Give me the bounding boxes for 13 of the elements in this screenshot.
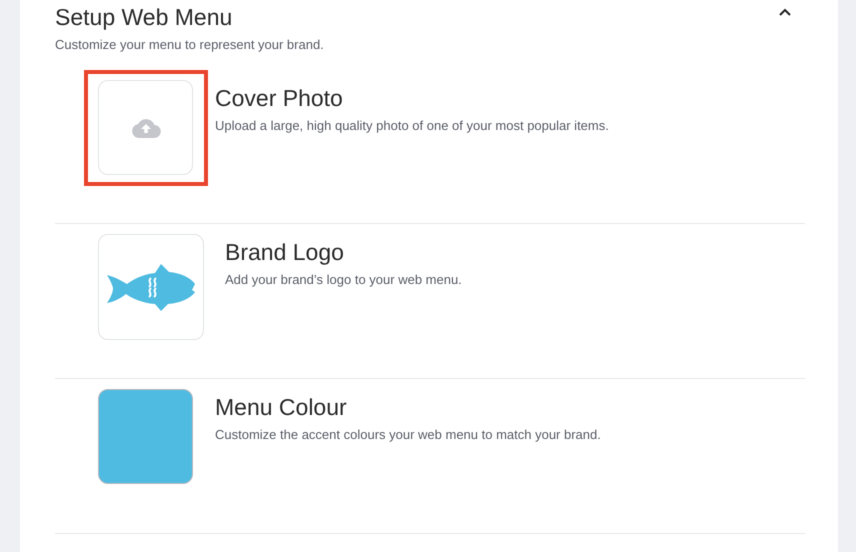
item-description: Customize the accent colours your web menu to match your brand. [215,427,601,442]
cloud-upload-icon [130,118,160,138]
item-description: Add your brand’s logo to your web menu. [225,272,462,287]
item-title: Brand Logo [225,239,345,266]
section-title: Setup Web Menu [55,4,234,31]
item-title: Menu Colour [215,394,348,421]
item-title: Cover Photo [215,85,344,112]
chevron-up-icon[interactable] [779,8,791,16]
logo-box[interactable] [98,234,204,340]
upload-box[interactable] [98,80,193,175]
section-subtitle: Customize your menu to represent your brand. [55,37,324,52]
item-description: Upload a large, high quality photo of one of your most popular items. [215,118,609,133]
colour-swatch[interactable] [98,389,193,484]
